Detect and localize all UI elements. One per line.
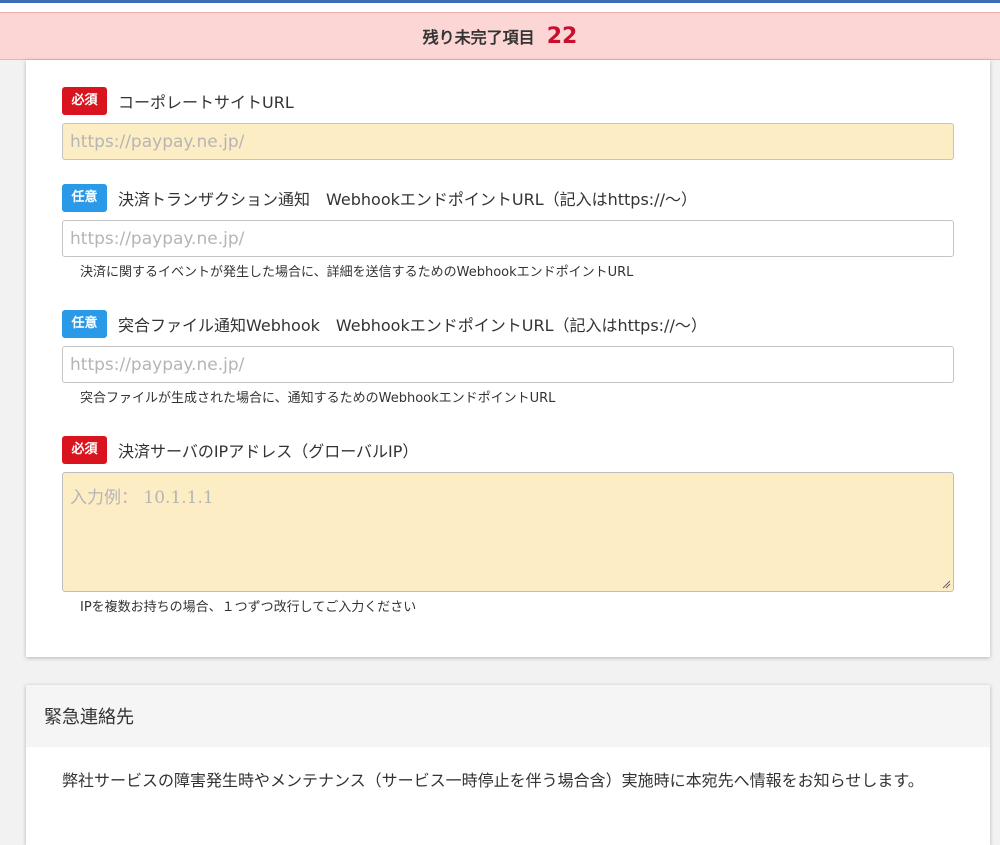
top-spacer — [0, 3, 1000, 12]
corporate-url-label: コーポレートサイトURL — [118, 93, 294, 112]
corporate-url-placeholder: https://paypay.ne.jp/ — [70, 131, 245, 152]
transaction-webhook-help: 決済に関するイベントが発生した場合に、詳細を送信するためのWebhookエンドポ… — [80, 265, 634, 280]
server-ip-textarea[interactable]: 入力例： 10.1.1.1 — [62, 472, 954, 592]
emergency-contact-header: 緊急連絡先 — [26, 685, 990, 747]
remaining-items-label: 残り未完了項目 — [422, 28, 535, 47]
form-card: 必須 コーポレートサイトURL https://paypay.ne.jp/ 任意… — [26, 60, 990, 657]
reconciliation-webhook-label-row: 任意 突合ファイル通知Webhook WebhookエンドポイントURL（記入は… — [62, 310, 707, 338]
transaction-webhook-placeholder: https://paypay.ne.jp/ — [70, 228, 245, 249]
required-badge: 必須 — [62, 87, 107, 115]
reconciliation-webhook-placeholder: https://paypay.ne.jp/ — [70, 354, 245, 375]
optional-badge: 任意 — [62, 310, 107, 338]
emergency-contact-card: 緊急連絡先 弊社サービスの障害発生時やメンテナンス（サービス一時停止を伴う場合含… — [26, 685, 990, 845]
emergency-contact-description: 弊社サービスの障害発生時やメンテナンス（サービス一時停止を伴う場合含）実施時に本… — [62, 771, 924, 790]
reconciliation-webhook-help: 突合ファイルが生成された場合に、通知するためのWebhookエンドポイントURL — [80, 391, 556, 406]
server-ip-label-row: 必須 決済サーバのIPアドレス（グローバルIP） — [62, 436, 418, 464]
emergency-contact-title: 緊急連絡先 — [44, 707, 134, 728]
resize-handle-icon[interactable] — [941, 579, 951, 589]
reconciliation-webhook-label: 突合ファイル通知Webhook WebhookエンドポイントURL（記入はhtt… — [118, 316, 707, 335]
server-ip-placeholder: 入力例： 10.1.1.1 — [70, 488, 214, 508]
transaction-webhook-input[interactable]: https://paypay.ne.jp/ — [62, 220, 954, 257]
optional-badge: 任意 — [62, 184, 107, 212]
reconciliation-webhook-input[interactable]: https://paypay.ne.jp/ — [62, 346, 954, 383]
transaction-webhook-label: 決済トランザクション通知 WebhookエンドポイントURL（記入はhttps:… — [118, 190, 697, 209]
remaining-items-banner: 残り未完了項目 22 — [0, 12, 1000, 60]
required-badge: 必須 — [62, 436, 107, 464]
transaction-webhook-label-row: 任意 決済トランザクション通知 WebhookエンドポイントURL（記入はhtt… — [62, 184, 697, 212]
server-ip-label: 決済サーバのIPアドレス（グローバルIP） — [118, 442, 419, 461]
remaining-items-count: 22 — [546, 23, 578, 49]
server-ip-help: IPを複数お持ちの場合、１つずつ改行してご入力ください — [80, 600, 417, 615]
corporate-url-input[interactable]: https://paypay.ne.jp/ — [62, 123, 954, 160]
corporate-url-label-row: 必須 コーポレートサイトURL — [62, 87, 294, 115]
